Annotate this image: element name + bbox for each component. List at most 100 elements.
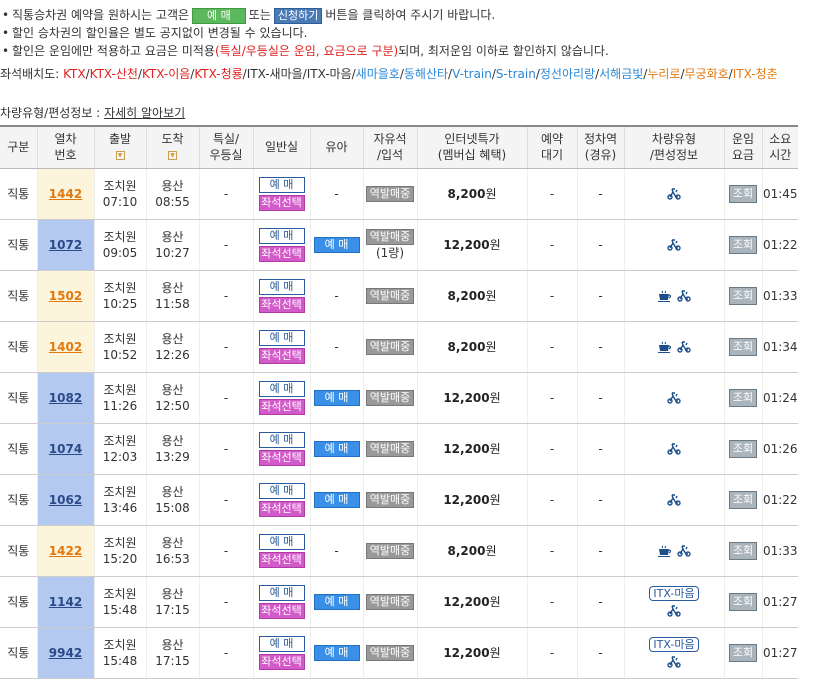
train-number-link[interactable]: 1074	[49, 442, 82, 456]
departure-cell: 조치원 11:26	[93, 372, 146, 424]
seat-select-button[interactable]: 좌석선택	[258, 398, 305, 415]
departure-station: 조치원	[103, 178, 137, 193]
stops-cell: -	[576, 627, 624, 679]
fare-lookup-button[interactable]: 조회	[729, 184, 757, 203]
train-number-link[interactable]: 1062	[49, 493, 82, 507]
infant-reserve-button[interactable]: 예 매	[313, 389, 360, 406]
train-number-link[interactable]: 1402	[49, 340, 82, 354]
fare-lookup-button[interactable]: 조회	[729, 592, 757, 611]
seat-select-button[interactable]: 좌석선택	[258, 500, 305, 517]
fare-lookup-button[interactable]: 조회	[729, 235, 757, 254]
infant-reserve-button[interactable]: 예 매	[313, 491, 360, 508]
train-number-link[interactable]: 1442	[49, 187, 82, 201]
fare-lookup-button[interactable]: 조회	[729, 643, 757, 662]
seat-select-button[interactable]: 좌석선택	[258, 449, 305, 466]
sort-icon[interactable]: ▼	[115, 151, 125, 161]
reserve-button[interactable]: 예 매	[258, 431, 305, 448]
arrival-station: 용산	[161, 637, 184, 652]
train-number-link[interactable]: 1072	[49, 238, 82, 252]
price-unit: 원	[489, 391, 501, 405]
seat-map-link[interactable]: 동해산타	[404, 67, 448, 81]
seat-map-link[interactable]: KTX	[63, 67, 86, 81]
seat-map-link[interactable]: ITX-새마을	[247, 67, 303, 81]
reserve-button[interactable]: 예 매	[258, 533, 305, 550]
arrival-cell: 용산 17:15	[145, 576, 199, 628]
seat-map-link[interactable]: KTX-이음	[142, 67, 190, 81]
seat-select-button[interactable]: 좌석선택	[258, 653, 305, 670]
seat-map-link[interactable]: ITX-청춘	[733, 67, 778, 81]
reserve-button[interactable]: 예 매	[258, 380, 305, 397]
col-vehicle: 차량유형/편성정보	[623, 125, 724, 169]
infant-cell: 예 매	[309, 423, 363, 475]
arrival-station: 용산	[161, 433, 184, 448]
internet-price-cell: 8,200원	[416, 525, 527, 577]
reserve-button[interactable]: 예 매	[258, 329, 305, 346]
seat-map-link[interactable]: 새마을호	[356, 67, 400, 81]
general-cell: 예 매 좌석선택	[252, 474, 310, 526]
train-number-link[interactable]: 9942	[49, 646, 82, 660]
vehicle-info-line: 차량유형/편성정보 : 자세히 알아보기	[0, 104, 185, 122]
infant-empty: -	[334, 186, 339, 201]
price-unit: 원	[489, 238, 501, 252]
seat-map-link[interactable]: V-train	[452, 67, 492, 81]
col-depart[interactable]: 출발 ▼	[93, 125, 146, 169]
seat-map-link[interactable]: 무궁화호	[685, 67, 729, 81]
seat-select-button[interactable]: 좌석선택	[258, 602, 305, 619]
infant-reserve-button[interactable]: 예 매	[313, 644, 360, 661]
reserve-button[interactable]: 예 매	[258, 482, 305, 499]
seat-select-button[interactable]: 좌석선택	[258, 347, 305, 364]
seat-select-button[interactable]: 좌석선택	[258, 194, 305, 211]
seat-map-link[interactable]: KTX-청룡	[194, 67, 242, 81]
reserve-button[interactable]: 예 매	[258, 227, 305, 244]
fare-lookup-button[interactable]: 조회	[729, 286, 757, 305]
station-sale-badge: 역발매중	[365, 645, 415, 661]
waitlist-cell: -	[526, 423, 577, 475]
fare-lookup-button[interactable]: 조회	[729, 388, 757, 407]
duration-cell: 01:22	[761, 474, 798, 526]
internet-price-cell: 8,200원	[416, 168, 527, 220]
vehicle-info-link[interactable]: 자세히 알아보기	[104, 106, 185, 120]
table-row: 직통 1422 조치원 15:20 용산 16:53- 예 매 좌석선택 - 역발매중 8,200원…	[0, 525, 798, 577]
price-unit: 원	[485, 340, 497, 354]
departure-time: 15:48	[102, 602, 138, 617]
train-type: 직통	[0, 627, 37, 679]
fare-lookup-button[interactable]: 조회	[729, 439, 757, 458]
train-number-link[interactable]: 1422	[49, 544, 82, 558]
sample-reserve-button: 예 매	[192, 7, 246, 24]
first-class-cell: -	[198, 423, 253, 475]
reserve-button[interactable]: 예 매	[258, 584, 305, 601]
sort-icon[interactable]: ▼	[168, 151, 177, 161]
infant-reserve-button[interactable]: 예 매	[313, 593, 360, 610]
free-seat-cars: (1량)	[375, 246, 405, 260]
infant-reserve-button[interactable]: 예 매	[313, 236, 360, 253]
seat-select-button[interactable]: 좌석선택	[258, 551, 305, 568]
col-arrive[interactable]: 도착 ▼	[145, 125, 199, 169]
seat-map-link[interactable]: S-train	[496, 67, 536, 81]
fare-lookup-button[interactable]: 조회	[729, 490, 757, 509]
seat-select-button[interactable]: 좌석선택	[258, 296, 305, 313]
train-number-link[interactable]: 1502	[49, 289, 82, 303]
reserve-button[interactable]: 예 매	[258, 176, 305, 193]
train-type: 직통	[0, 321, 37, 373]
train-number-cell: 1074	[36, 423, 94, 475]
fare-lookup-button[interactable]: 조회	[729, 337, 757, 356]
first-class-cell: -	[198, 372, 253, 424]
itx-maeum-badge[interactable]: ITX-마음	[649, 585, 699, 601]
train-number-link[interactable]: 1142	[49, 595, 82, 609]
seat-map-link[interactable]: 누리로	[647, 67, 680, 81]
notice-line-2: • 할인 승차권의 할인율은 별도 공지없이 변경될 수 있습니다.	[2, 24, 822, 42]
seat-map-link[interactable]: 정선아리랑	[540, 67, 595, 81]
infant-reserve-button[interactable]: 예 매	[313, 440, 360, 457]
station-sale-badge: 역발매중	[365, 288, 415, 304]
reserve-button[interactable]: 예 매	[258, 635, 305, 652]
seat-map-link[interactable]: ITX-마음	[307, 67, 352, 81]
col-fare: 운임 요금	[723, 125, 762, 169]
itx-maeum-badge[interactable]: ITX-마음	[649, 636, 699, 652]
seat-select-button[interactable]: 좌석선택	[258, 245, 305, 262]
seat-map-link[interactable]: 서해금빛	[599, 67, 643, 81]
fare-lookup-button[interactable]: 조회	[729, 541, 757, 560]
train-number-link[interactable]: 1082	[49, 391, 82, 405]
seat-map-link[interactable]: KTX-산천	[90, 67, 138, 81]
reserve-button[interactable]: 예 매	[258, 278, 305, 295]
departure-station: 조치원	[103, 382, 137, 397]
